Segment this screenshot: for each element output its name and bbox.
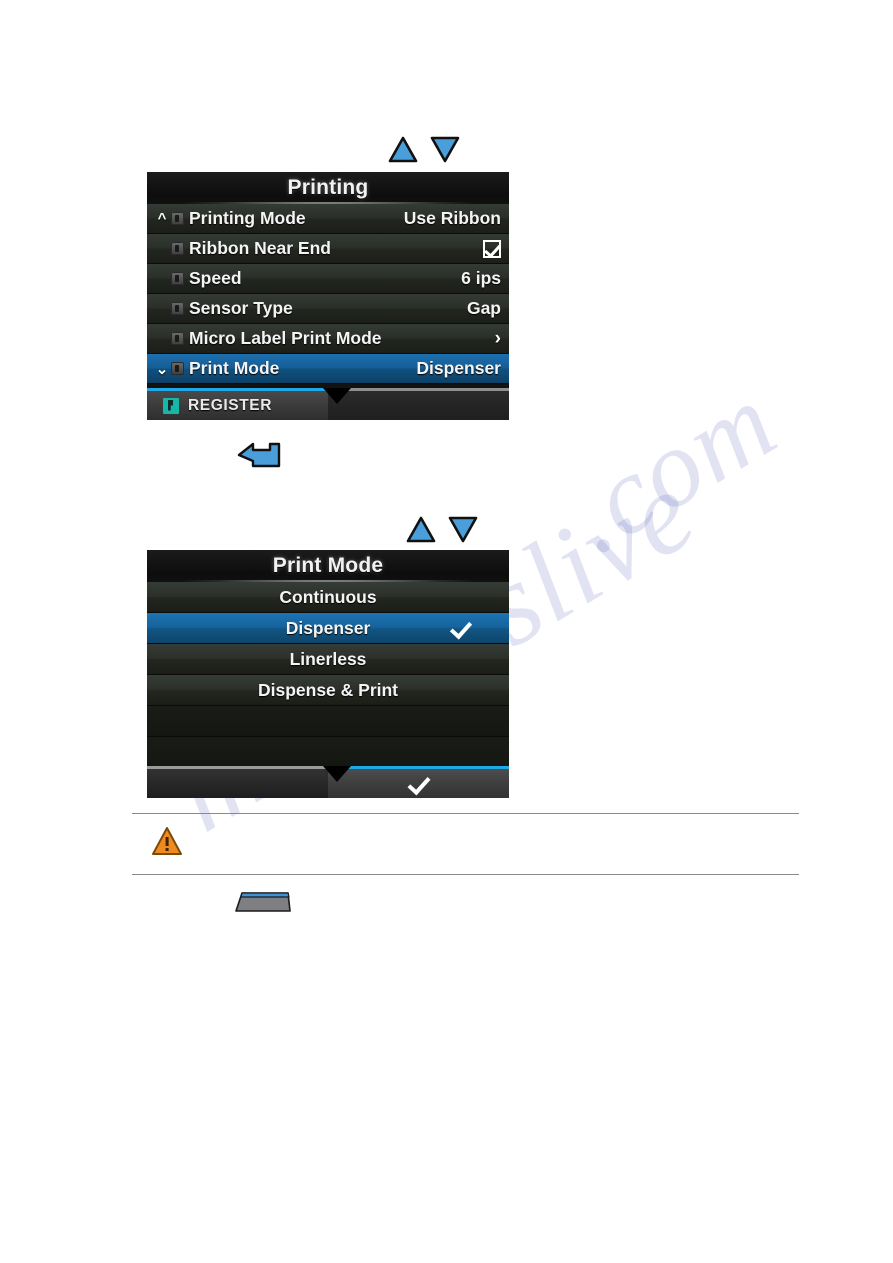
menu-row-label: Printing Mode bbox=[189, 208, 306, 228]
option-row[interactable]: Dispense & Print bbox=[147, 675, 509, 706]
setting-lock-icon bbox=[171, 242, 184, 255]
tab-back[interactable] bbox=[147, 766, 328, 798]
menu-row[interactable]: Micro Label Print Mode › bbox=[147, 324, 509, 354]
nav-key-pair-bottom bbox=[406, 516, 478, 543]
menu-row-value: Gap bbox=[466, 298, 501, 318]
caution-rule-bottom bbox=[132, 874, 799, 875]
caution-rule-top bbox=[132, 813, 799, 814]
option-row-label: Continuous bbox=[279, 586, 377, 607]
option-row-label: Dispenser bbox=[285, 617, 371, 638]
checkmark-icon bbox=[407, 777, 431, 790]
menu-row[interactable]: Speed 6 ips bbox=[147, 264, 509, 294]
setting-lock-icon bbox=[171, 212, 184, 225]
menu-row-label: Sensor Type bbox=[189, 298, 293, 318]
print-mode-screen-footer bbox=[147, 766, 509, 798]
option-row[interactable]: Continuous bbox=[147, 582, 509, 613]
triangle-down-icon[interactable] bbox=[430, 136, 460, 163]
print-mode-screen: Print Mode Continuous Dispenser Linerles… bbox=[147, 550, 509, 798]
menu-row-selected[interactable]: ⌄ Print Mode Dispenser bbox=[147, 354, 509, 384]
menu-row[interactable]: Sensor Type Gap bbox=[147, 294, 509, 324]
checkbox-checked-icon[interactable] bbox=[483, 239, 501, 258]
chevron-down-icon: ⌄ bbox=[155, 360, 169, 378]
print-mode-screen-title: Print Mode bbox=[147, 550, 509, 582]
menu-row-label: Speed bbox=[189, 268, 242, 288]
footer-notch-marker bbox=[323, 766, 351, 782]
option-row-label: Dispense & Print bbox=[257, 679, 399, 700]
nav-key-pair-top bbox=[388, 136, 460, 163]
chevron-right-icon: › bbox=[494, 327, 501, 349]
tab-register-label: REGISTER bbox=[188, 396, 273, 414]
option-row-empty bbox=[147, 737, 509, 768]
triangle-up-icon[interactable] bbox=[406, 516, 436, 543]
triangle-up-icon[interactable] bbox=[388, 136, 418, 163]
menu-row-label: Ribbon Near End bbox=[189, 238, 331, 258]
chevron-up-icon: ^ bbox=[157, 210, 167, 227]
caution-icon-wrapper bbox=[151, 826, 183, 861]
setting-lock-icon bbox=[171, 332, 184, 345]
gray-key-icon[interactable] bbox=[234, 891, 292, 913]
enter-key-wrapper bbox=[237, 440, 282, 475]
register-icon bbox=[163, 397, 179, 414]
triangle-down-icon[interactable] bbox=[448, 516, 478, 543]
printing-screen-title: Printing bbox=[147, 172, 509, 204]
footer-notch-marker bbox=[323, 388, 351, 404]
checkmark-icon bbox=[449, 622, 473, 635]
menu-row[interactable]: Ribbon Near End bbox=[147, 234, 509, 264]
watermark-text-secondary: .com bbox=[546, 359, 797, 577]
tab-secondary[interactable] bbox=[328, 388, 509, 420]
printing-menu-screen: Printing ^ Printing Mode Use Ribbon Ribb… bbox=[147, 172, 509, 420]
menu-row-value: Dispenser bbox=[416, 358, 501, 378]
menu-row[interactable]: ^ Printing Mode Use Ribbon bbox=[147, 204, 509, 234]
option-row-label: Linerless bbox=[289, 648, 367, 669]
menu-row-value: Use Ribbon bbox=[403, 208, 501, 228]
option-row-selected[interactable]: Dispenser bbox=[147, 613, 509, 644]
setting-lock-icon bbox=[171, 302, 184, 315]
warning-triangle-icon bbox=[152, 827, 182, 855]
menu-row-label: Print Mode bbox=[189, 358, 280, 378]
setting-lock-icon bbox=[171, 272, 184, 285]
enter-return-key-icon[interactable] bbox=[237, 440, 282, 470]
tab-confirm[interactable] bbox=[328, 766, 509, 798]
tab-register[interactable]: REGISTER bbox=[147, 388, 328, 420]
printing-screen-footer: REGISTER bbox=[147, 388, 509, 420]
option-row[interactable]: Linerless bbox=[147, 644, 509, 675]
setting-lock-icon bbox=[171, 362, 184, 375]
menu-row-value: 6 ips bbox=[461, 268, 501, 288]
option-row-empty bbox=[147, 706, 509, 737]
gray-key-wrapper bbox=[234, 891, 292, 913]
menu-row-label: Micro Label Print Mode bbox=[189, 328, 382, 348]
